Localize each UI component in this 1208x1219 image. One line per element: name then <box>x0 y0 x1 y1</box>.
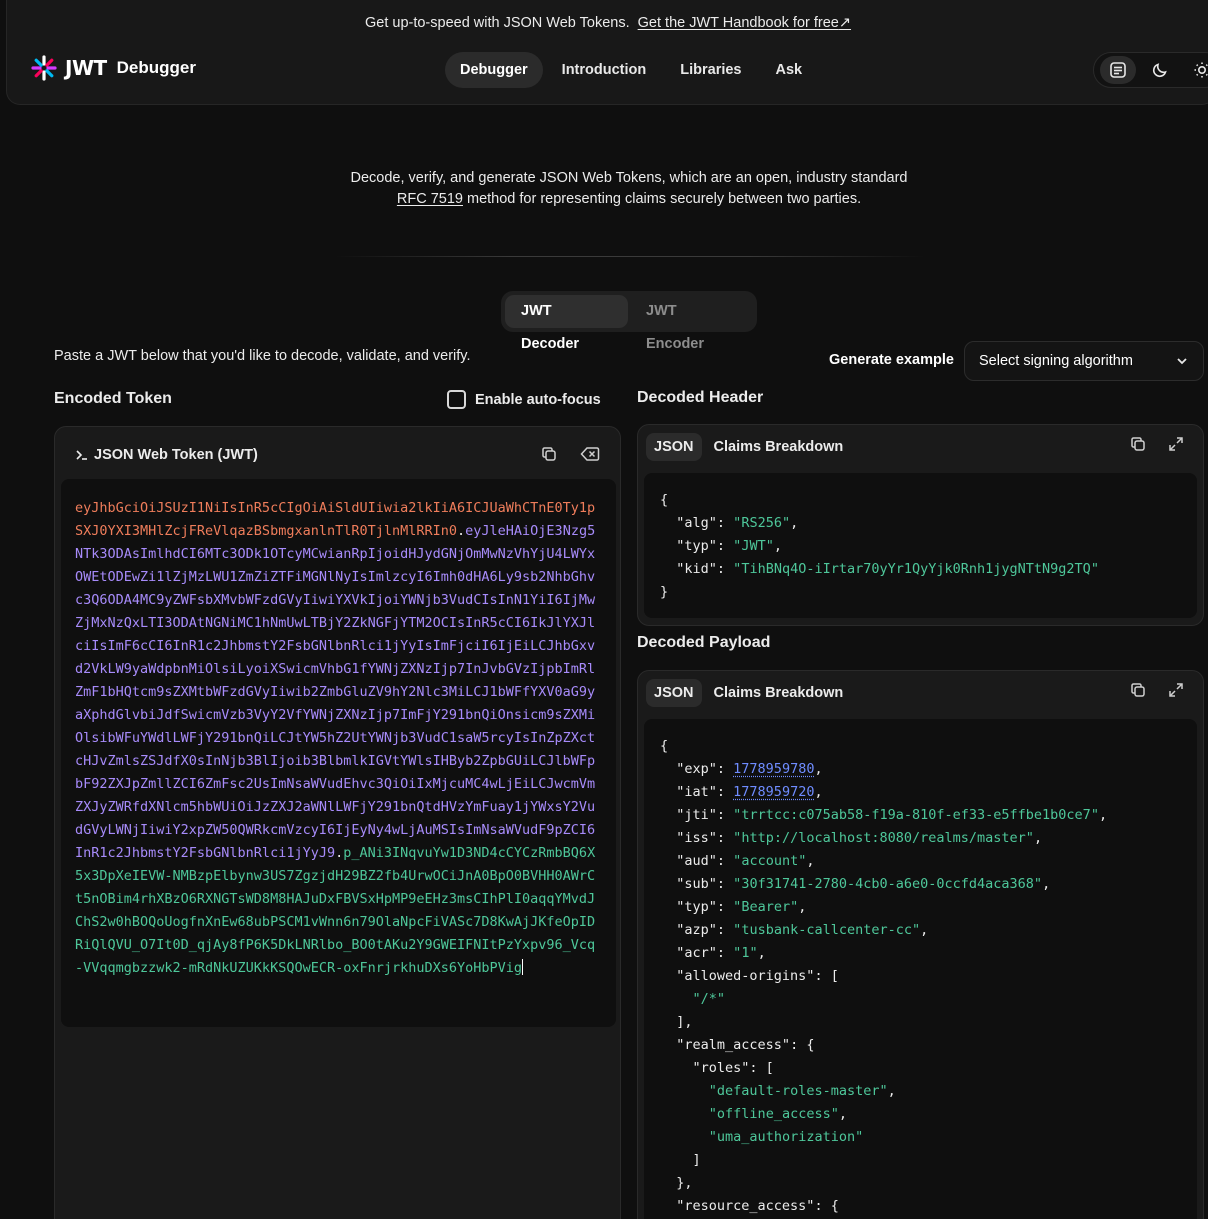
encoded-token-panel: JSON Web Token (JWT) eyJhbGciOiJSUzI1NiI… <box>54 426 621 1219</box>
moon-icon <box>1151 61 1169 79</box>
tab-jwt-decoder[interactable]: JWT Decoder <box>505 295 628 328</box>
jwt-panel-label: JSON Web Token (JWT) <box>94 447 258 463</box>
section-divider <box>335 256 925 257</box>
decoded-payload-actions <box>1129 681 1185 699</box>
auto-focus-label: Enable auto-focus <box>475 392 601 408</box>
rfc-7519-link[interactable]: RFC 7519 <box>397 191 463 207</box>
intro-line-1: Decode, verify, and generate JSON Web To… <box>0 168 1208 189</box>
clear-icon[interactable] <box>580 445 600 463</box>
logo-wordmark: JWT <box>65 56 107 80</box>
main-nav: Debugger Introduction Libraries Ask <box>445 52 817 88</box>
copy-icon[interactable] <box>540 445 558 463</box>
tab-payload-claims-breakdown[interactable]: Claims Breakdown <box>706 679 852 707</box>
tab-header-json[interactable]: JSON <box>646 433 702 461</box>
tab-jwt-encoder[interactable]: JWT Encoder <box>630 295 753 328</box>
tab-header-claims-breakdown[interactable]: Claims Breakdown <box>706 433 852 461</box>
decoded-payload-title: Decoded Payload <box>637 634 770 652</box>
decoded-header-tabs: JSON Claims Breakdown <box>646 433 851 461</box>
generate-example-label: Generate example <box>829 352 954 368</box>
token-payload-part: eyJleHAiOjE3Nzg5NTk3ODAsImlhdCI6MTc3ODk1… <box>75 523 595 861</box>
sun-icon <box>1193 61 1208 79</box>
decoded-header-panel: JSON Claims Breakdown { "alg": "RS256", … <box>637 424 1204 626</box>
jwt-token-textarea[interactable]: eyJhbGciOiJSUzI1NiIsInR5cCIgOiAiSldUIiwi… <box>61 479 616 1027</box>
mode-tabs: JWT Decoder JWT Encoder <box>501 291 757 332</box>
terminal-prompt-icon <box>75 448 89 462</box>
jwt-flower-logo-icon <box>31 55 57 81</box>
copy-icon[interactable] <box>1129 435 1147 453</box>
jwt-panel-header: JSON Web Token (JWT) <box>75 447 258 463</box>
system-theme-button[interactable] <box>1100 56 1136 84</box>
promo-text: Get up-to-speed with JSON Web Tokens. <box>365 15 630 31</box>
decoded-header-actions <box>1129 435 1185 453</box>
copy-icon[interactable] <box>1129 681 1147 699</box>
decoded-payload-tabs: JSON Claims Breakdown <box>646 679 851 707</box>
light-theme-button[interactable] <box>1184 56 1208 84</box>
theme-switcher <box>1093 52 1208 88</box>
logo[interactable]: JWT Debugger <box>31 55 196 81</box>
encoded-token-text: eyJhbGciOiJSUzI1NiIsInR5cCIgOiAiSldUIiwi… <box>75 497 603 980</box>
chevron-down-icon <box>1175 354 1189 368</box>
auto-focus-checkbox[interactable] <box>447 390 466 409</box>
handbook-link[interactable]: Get the JWT Handbook for free↗ <box>638 15 851 31</box>
exp-timestamp[interactable]: 1778959780 <box>733 761 814 777</box>
decoded-payload-panel: JSON Claims Breakdown { "exp": 177895978… <box>637 670 1204 1219</box>
external-arrow-icon: ↗ <box>839 15 851 31</box>
decoded-header-title: Decoded Header <box>637 389 763 407</box>
signing-algorithm-select[interactable]: Select signing algorithm <box>964 341 1204 381</box>
jwt-panel-actions <box>540 445 600 463</box>
tab-payload-json[interactable]: JSON <box>646 679 702 707</box>
auto-focus-toggle[interactable]: Enable auto-focus <box>447 390 601 409</box>
nav-libraries[interactable]: Libraries <box>665 52 756 88</box>
dark-theme-button[interactable] <box>1142 56 1178 84</box>
signing-algorithm-value: Select signing algorithm <box>979 353 1133 369</box>
expand-icon[interactable] <box>1167 681 1185 699</box>
decoded-payload-json-view: { "exp": 1778959780, "iat": 1778959720, … <box>644 719 1197 1219</box>
nav-ask[interactable]: Ask <box>761 52 818 88</box>
intro-text: Decode, verify, and generate JSON Web To… <box>0 168 1208 210</box>
instructions-text: Paste a JWT below that you'd like to dec… <box>54 348 471 364</box>
decoded-header-json-view: { "alg": "RS256", "typ": "JWT", "kid": "… <box>644 473 1197 618</box>
encoded-token-title: Encoded Token <box>54 390 172 408</box>
expand-icon[interactable] <box>1167 435 1185 453</box>
intro-line-2: RFC 7519 method for representing claims … <box>0 189 1208 210</box>
text-caret <box>522 959 523 975</box>
iat-timestamp[interactable]: 1778959720 <box>733 784 814 800</box>
monitor-icon <box>1109 61 1127 79</box>
top-bar: Get up-to-speed with JSON Web Tokens. Ge… <box>6 0 1208 105</box>
decoded-header-json: { "alg": "RS256", "typ": "JWT", "kid": "… <box>660 489 1099 604</box>
nav-introduction[interactable]: Introduction <box>547 52 662 88</box>
promo-banner: Get up-to-speed with JSON Web Tokens. Ge… <box>7 15 1208 31</box>
logo-debugger-text: Debugger <box>117 58 196 78</box>
nav-debugger[interactable]: Debugger <box>445 52 543 88</box>
token-signature-part: p_ANi3INqvuYw1D3ND4cCYCzRmbBQ6X5x3DpXeIE… <box>75 845 595 976</box>
decoded-payload-json: { "exp": 1778959780, "iat": 1778959720, … <box>660 735 1107 1218</box>
